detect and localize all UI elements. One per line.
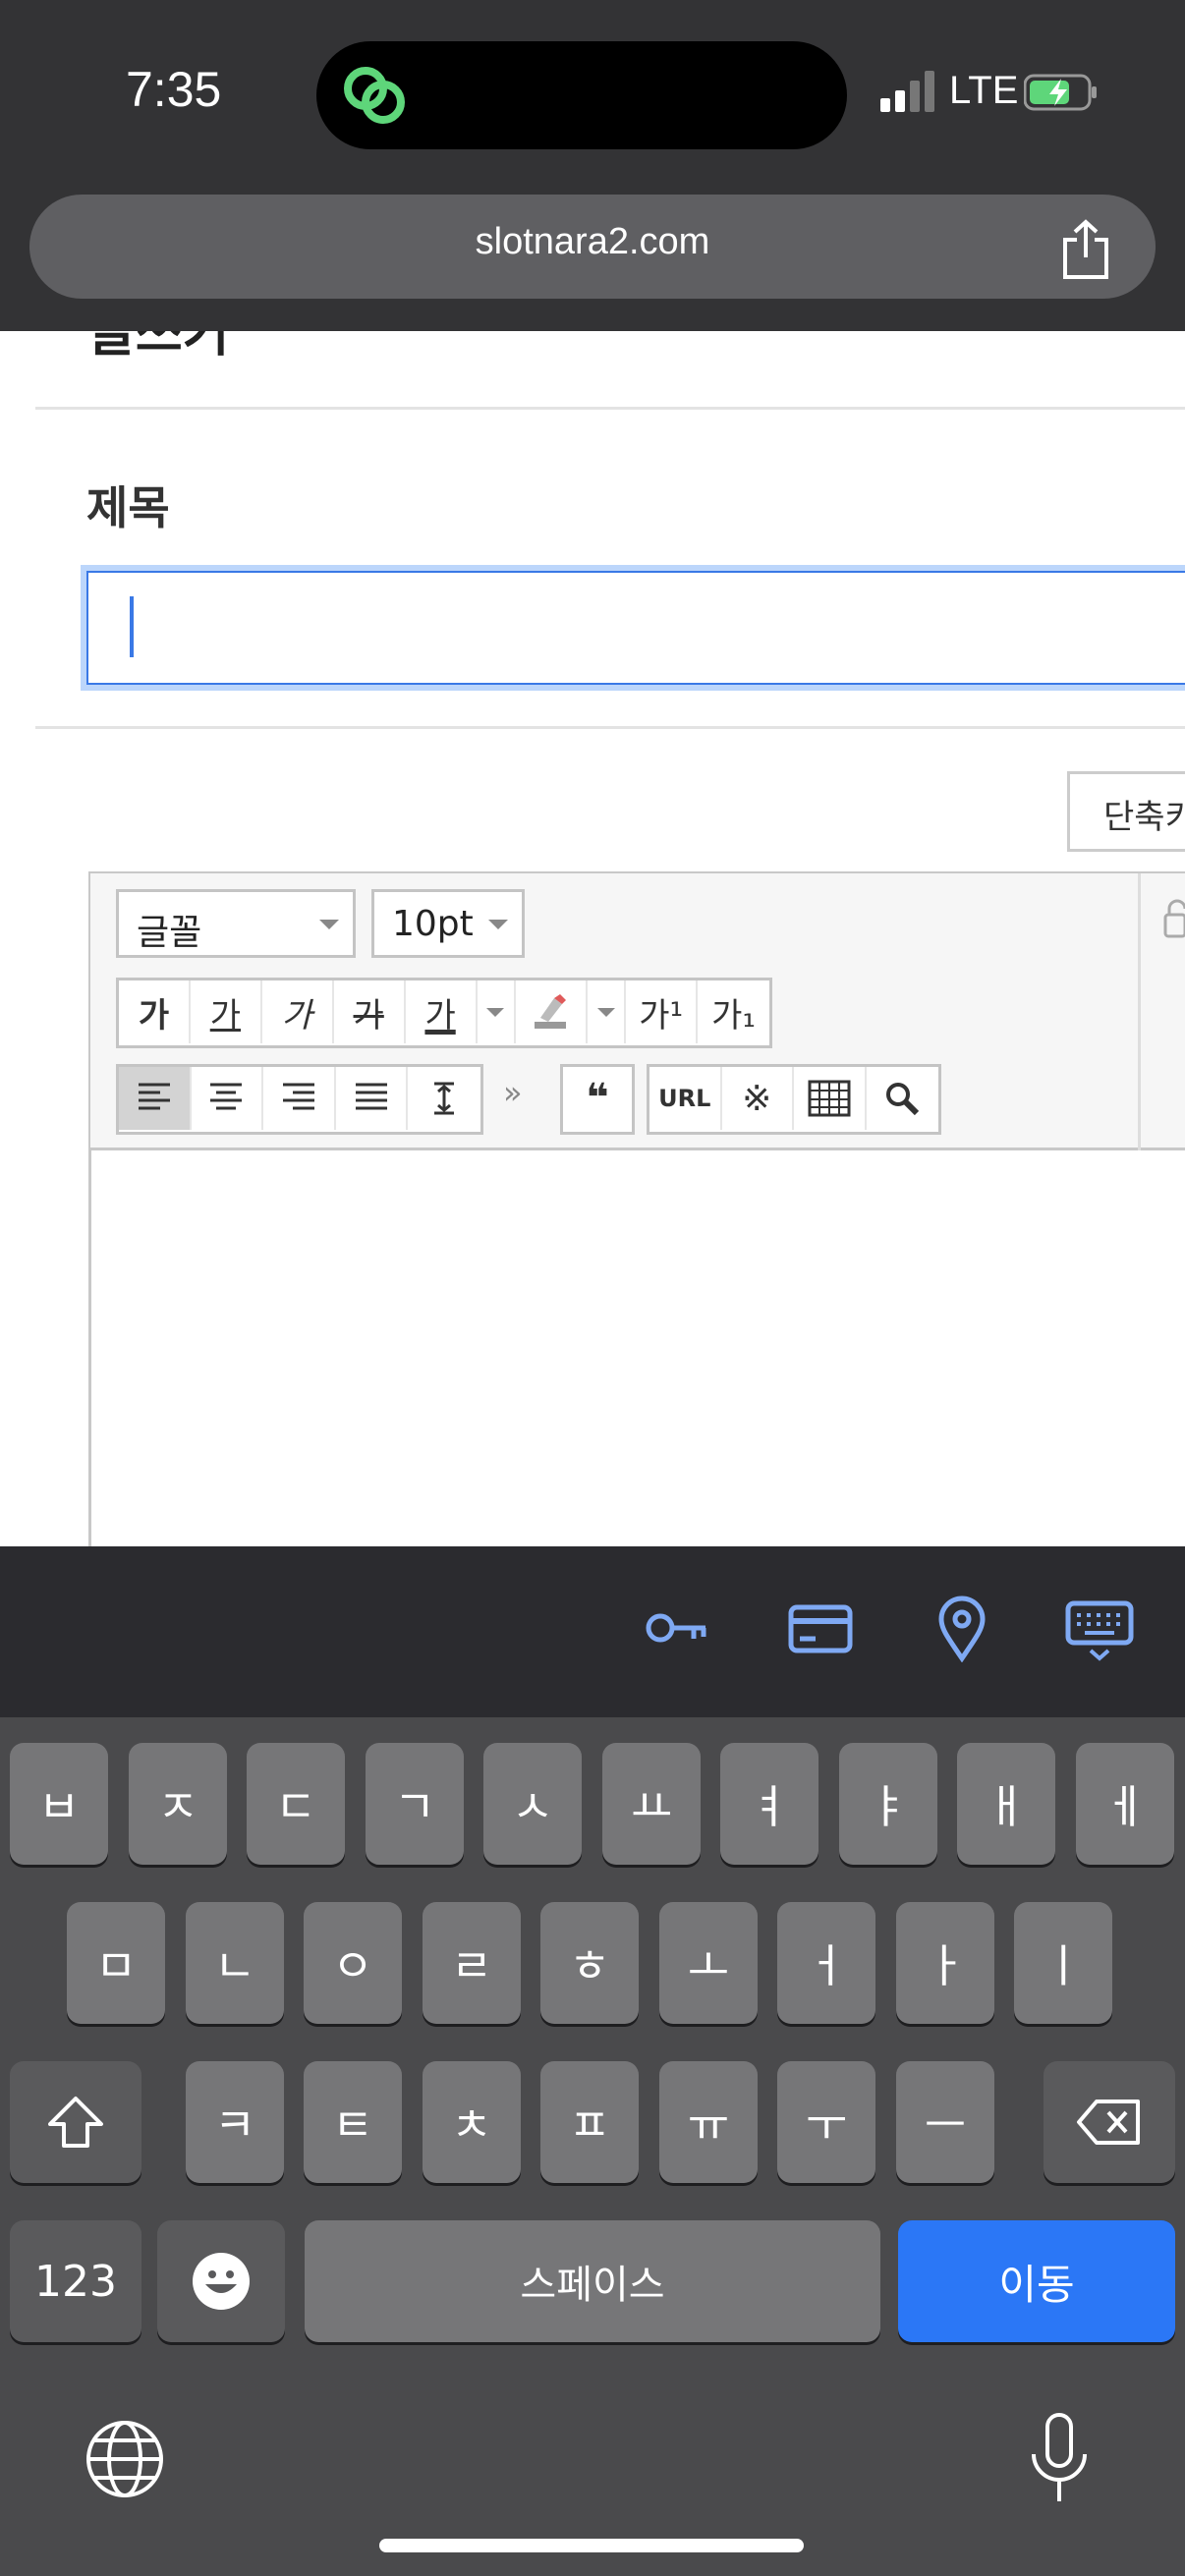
format-button-group: 가 가 가 가 가 가¹ 가₁ — [116, 978, 772, 1048]
key[interactable]: ㅋ — [186, 2061, 284, 2183]
emoji-key[interactable] — [157, 2220, 285, 2342]
key[interactable]: ㄷ — [247, 1743, 345, 1865]
share-icon[interactable] — [1059, 218, 1112, 281]
credit-card-icon[interactable] — [786, 1594, 855, 1662]
table-button[interactable] — [794, 1067, 867, 1130]
key[interactable]: ㅓ — [777, 1902, 875, 2024]
divider — [35, 726, 1185, 729]
key[interactable]: ㄱ — [366, 1743, 464, 1865]
key[interactable]: ㅅ — [483, 1743, 582, 1865]
key[interactable]: ㅁ — [67, 1902, 165, 2024]
align-right-button[interactable] — [263, 1067, 336, 1130]
key[interactable]: ㅍ — [540, 2061, 639, 2183]
font-size-label: 10pt — [392, 904, 474, 944]
font-family-select[interactable]: 글꼴 — [116, 889, 356, 958]
find-button[interactable] — [867, 1067, 938, 1130]
chevron-down-icon — [486, 1007, 505, 1017]
bold-button[interactable]: 가 — [119, 980, 191, 1043]
subscript-button[interactable]: 가₁ — [698, 980, 769, 1043]
key[interactable]: ㅜ — [777, 2061, 875, 2183]
font-family-label: 글꼴 — [137, 913, 202, 953]
keyboard-accessory-bar — [0, 1546, 1185, 1717]
text-color-dropdown[interactable] — [478, 980, 516, 1043]
key[interactable]: ㅇ — [304, 1902, 402, 2024]
lock-icon[interactable] — [1161, 899, 1185, 938]
page-heading: 글쓰기 — [88, 331, 230, 364]
key[interactable]: ㅎ — [540, 1902, 639, 2024]
url-link-button[interactable]: URL — [649, 1067, 722, 1130]
align-justify-button[interactable] — [336, 1067, 409, 1130]
key[interactable]: ㄴ — [186, 1902, 284, 2024]
superscript-button[interactable]: 가¹ — [626, 980, 699, 1043]
globe-icon[interactable] — [85, 2419, 165, 2499]
title-input-focus-ring[interactable] — [86, 571, 1185, 685]
key[interactable]: ㅊ — [423, 2061, 521, 2183]
shortcut-button[interactable]: 단축키 — [1067, 771, 1185, 852]
key[interactable]: ㅣ — [1014, 1902, 1112, 2024]
home-indicator[interactable] — [379, 2539, 804, 2552]
underline-button[interactable]: 가 — [191, 980, 262, 1043]
key[interactable]: ㅛ — [602, 1743, 701, 1865]
align-left-button[interactable] — [119, 1067, 192, 1130]
highlight-color-dropdown[interactable] — [588, 980, 627, 1043]
search-icon — [886, 1083, 920, 1116]
key[interactable]: ㅌ — [304, 2061, 402, 2183]
highlighter-icon — [535, 994, 567, 1029]
go-key[interactable]: 이동 — [898, 2220, 1175, 2342]
align-button-group — [116, 1064, 483, 1135]
numbers-key[interactable]: 123 — [10, 2220, 141, 2342]
shift-icon — [48, 2097, 103, 2148]
title-label: 제목 — [86, 481, 170, 534]
key[interactable]: ㅡ — [896, 2061, 994, 2183]
toolbar-divider — [1138, 873, 1141, 1150]
align-center-icon — [210, 1083, 243, 1110]
microphone-icon[interactable] — [1028, 2413, 1091, 2503]
strikethrough-button[interactable]: 가 — [334, 980, 406, 1043]
key[interactable]: ㅂ — [10, 1743, 108, 1865]
web-page: 글쓰기 제목 단축키 글꼴 10pt 가 가 가 가 가 가¹ 가₁ » ❝ U… — [0, 331, 1185, 1546]
font-size-select[interactable]: 10pt — [371, 889, 525, 958]
chevron-down-icon — [596, 1007, 615, 1017]
key[interactable]: ㅠ — [659, 2061, 758, 2183]
key[interactable]: ㅗ — [659, 1902, 758, 2024]
backspace-icon — [1077, 2100, 1140, 2145]
insert-button-group: URL ※ — [647, 1064, 941, 1135]
key[interactable]: ㅑ — [839, 1743, 937, 1865]
chevron-down-icon — [319, 920, 339, 929]
more-tools-button[interactable]: » — [503, 1074, 523, 1111]
key[interactable]: ㅏ — [896, 1902, 994, 2024]
password-key-icon[interactable] — [643, 1594, 711, 1662]
divider — [35, 407, 1185, 410]
highlight-color-button[interactable] — [516, 980, 588, 1043]
shift-key[interactable] — [10, 2061, 141, 2183]
key[interactable]: ㅈ — [129, 1743, 227, 1865]
text-caret — [130, 596, 134, 657]
align-right-icon — [283, 1083, 315, 1110]
align-left-icon — [138, 1083, 170, 1110]
align-center-button[interactable] — [192, 1067, 264, 1130]
table-icon — [808, 1080, 851, 1117]
line-height-icon — [434, 1082, 455, 1115]
location-pin-icon[interactable] — [928, 1594, 996, 1662]
key[interactable]: ㅔ — [1076, 1743, 1174, 1865]
quote-button-group: ❝ — [560, 1064, 635, 1135]
text-color-button[interactable]: 가 — [406, 980, 478, 1043]
line-height-button[interactable] — [408, 1067, 480, 1130]
key[interactable]: ㄹ — [423, 1902, 521, 2024]
keyboard-dismiss-icon[interactable] — [1065, 1594, 1134, 1662]
italic-button[interactable]: 가 — [262, 980, 334, 1043]
emoji-icon — [193, 2253, 250, 2310]
quote-button[interactable]: ❝ — [563, 1067, 632, 1130]
url-text[interactable]: slotnara2.com — [0, 0, 1185, 263]
key[interactable]: ㅐ — [957, 1743, 1055, 1865]
special-char-button[interactable]: ※ — [722, 1067, 794, 1130]
space-key[interactable]: 스페이스 — [305, 2220, 880, 2342]
align-justify-icon — [355, 1083, 387, 1110]
chevron-down-icon — [488, 920, 508, 929]
backspace-key[interactable] — [1044, 2061, 1175, 2183]
key[interactable]: ㅕ — [720, 1743, 818, 1865]
